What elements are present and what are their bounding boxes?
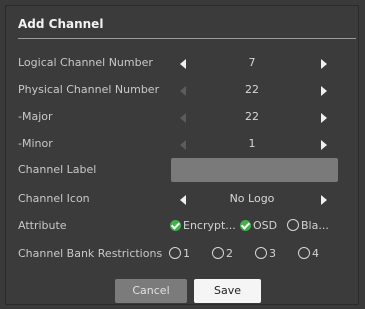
bank-option-1-label: 1 <box>183 247 190 260</box>
bank-option-1[interactable]: 1 <box>169 247 190 260</box>
physical-channel-increment-icon[interactable] <box>321 86 327 96</box>
logical-channel-number-value: 7 <box>248 56 256 69</box>
row-attribute: Attribute Encrypt... OSD Bla... <box>6 215 360 239</box>
attribute-encrypt-checkbox[interactable]: Encrypt... <box>170 219 236 232</box>
radio-icon <box>255 247 267 259</box>
major-increment-icon[interactable] <box>321 113 327 123</box>
attribute-blank-checkbox[interactable]: Bla... <box>287 219 329 232</box>
channel-icon-value: No Logo <box>229 192 275 205</box>
minor-value: 1 <box>248 137 256 150</box>
bank-option-2-label: 2 <box>226 247 233 260</box>
attribute-osd-checkbox[interactable]: OSD <box>240 219 277 232</box>
dialog-title: Add Channel <box>18 17 104 31</box>
channel-label-input[interactable] <box>171 158 338 182</box>
unchecked-circle-icon <box>287 219 299 231</box>
logical-channel-decrement-icon[interactable] <box>180 59 186 69</box>
bank-option-4[interactable]: 4 <box>298 247 319 260</box>
channel-icon-previous-icon[interactable] <box>180 195 186 205</box>
row-channel-label: Channel Label <box>6 158 360 182</box>
attribute-encrypt-label: Encrypt... <box>183 219 236 232</box>
cancel-button[interactable]: Cancel <box>115 279 187 303</box>
attribute-blank-label: Bla... <box>301 219 329 232</box>
attribute-label: Attribute <box>18 219 67 232</box>
channel-bank-restrictions-label: Channel Bank Restrictions <box>18 247 163 260</box>
bank-option-3[interactable]: 3 <box>255 247 276 260</box>
bank-option-4-label: 4 <box>312 247 319 260</box>
channel-icon-next-icon[interactable] <box>321 195 327 205</box>
major-decrement-icon[interactable] <box>180 113 186 123</box>
minor-decrement-icon[interactable] <box>180 140 186 150</box>
row-physical-channel-number: Physical Channel Number 22 <box>6 79 360 103</box>
minor-label: -Minor <box>18 137 53 150</box>
radio-icon <box>169 247 181 259</box>
major-label: -Major <box>18 110 53 123</box>
logical-channel-number-label: Logical Channel Number <box>18 56 153 69</box>
bank-option-2[interactable]: 2 <box>212 247 233 260</box>
row-channel-bank-restrictions: Channel Bank Restrictions 1 2 3 4 <box>6 243 360 267</box>
radio-icon <box>212 247 224 259</box>
row-channel-icon: Channel Icon No Logo <box>6 188 360 212</box>
physical-channel-number-label: Physical Channel Number <box>18 83 160 96</box>
logical-channel-increment-icon[interactable] <box>321 59 327 69</box>
physical-channel-decrement-icon[interactable] <box>180 86 186 96</box>
channel-label-label: Channel Label <box>18 163 97 176</box>
radio-icon <box>298 247 310 259</box>
check-icon <box>170 220 181 231</box>
minor-increment-icon[interactable] <box>321 140 327 150</box>
title-divider <box>18 38 356 39</box>
add-channel-dialog: Add Channel Logical Channel Number 7 Phy… <box>5 5 359 305</box>
bank-option-3-label: 3 <box>269 247 276 260</box>
save-button[interactable]: Save <box>194 279 261 303</box>
check-icon <box>240 220 251 231</box>
attribute-osd-label: OSD <box>253 219 278 232</box>
row-minor: -Minor 1 <box>6 133 360 157</box>
row-major: -Major 22 <box>6 106 360 130</box>
channel-icon-label: Channel Icon <box>18 192 90 205</box>
major-value: 22 <box>245 110 259 123</box>
physical-channel-number-value: 22 <box>245 83 259 96</box>
row-logical-channel-number: Logical Channel Number 7 <box>6 52 360 76</box>
